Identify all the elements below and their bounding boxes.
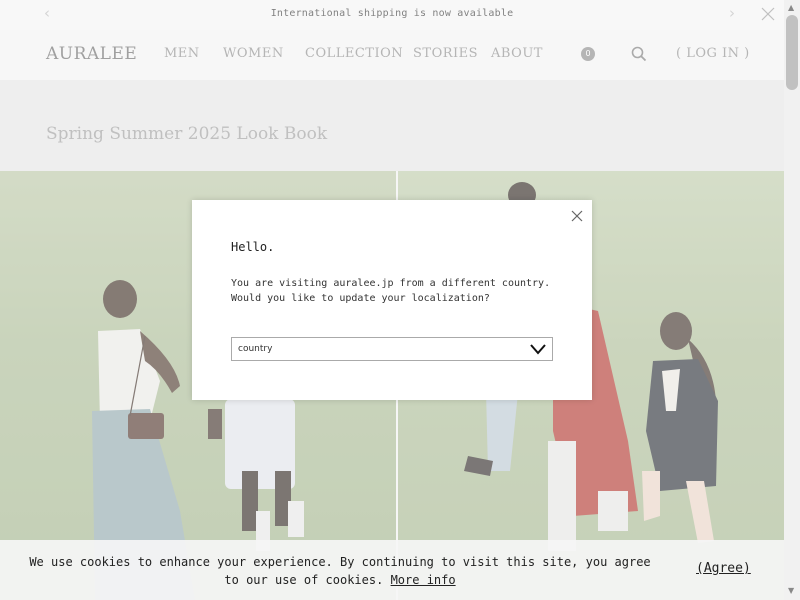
cookie-message: We use cookies to enhance your experienc… — [20, 553, 660, 589]
chevron-down-icon — [530, 344, 546, 355]
agree-button[interactable]: (Agree) — [696, 561, 751, 576]
cookie-text: We use cookies to enhance your experienc… — [29, 555, 651, 587]
country-select-value: country — [238, 344, 273, 354]
cookie-banner: We use cookies to enhance your experienc… — [0, 540, 784, 600]
close-icon[interactable] — [570, 209, 584, 223]
scrollbar[interactable]: ▲ ▼ — [784, 0, 800, 600]
scrollbar-thumb[interactable] — [786, 15, 798, 90]
country-select[interactable]: country — [231, 337, 553, 361]
more-info-link[interactable]: More info — [391, 573, 456, 587]
modal-message-line-2: Would you like to update your localizati… — [231, 293, 490, 304]
modal-message-line-1: You are visiting auralee.jp from a diffe… — [231, 278, 551, 289]
modal-greeting: Hello. — [231, 240, 275, 254]
scroll-up-icon[interactable]: ▲ — [788, 3, 794, 12]
localization-modal: Hello. You are visiting auralee.jp from … — [192, 200, 592, 400]
scroll-down-icon[interactable]: ▼ — [788, 586, 794, 595]
